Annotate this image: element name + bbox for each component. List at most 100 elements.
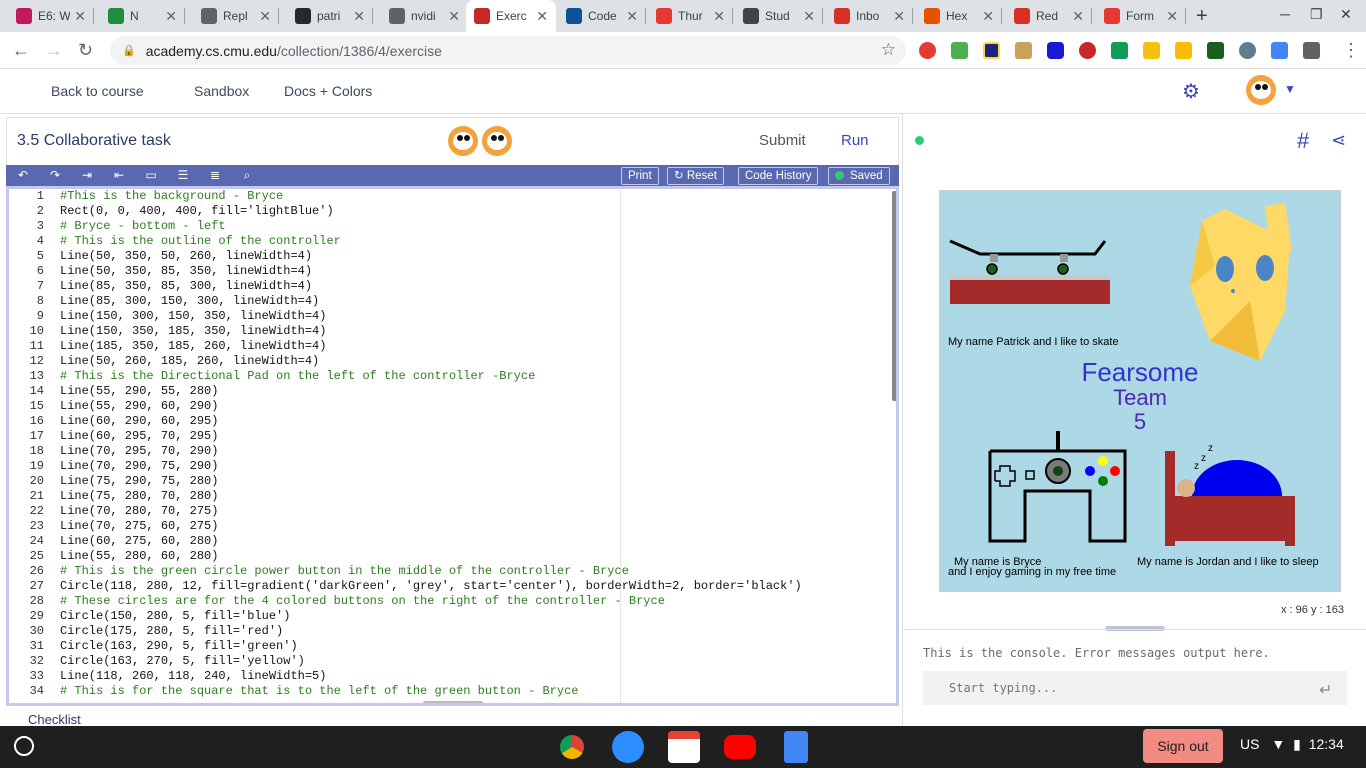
doge-extension-icon[interactable] bbox=[1015, 42, 1032, 59]
code-line[interactable]: Line(75, 280, 70, 280) bbox=[60, 489, 802, 504]
app-canvas[interactable]: My name Patrick and I like to skate Fear… bbox=[939, 190, 1341, 592]
puzzle-extensions-icon[interactable] bbox=[1303, 42, 1320, 59]
enter-icon[interactable]: ↵ bbox=[1319, 680, 1332, 700]
code-line[interactable]: Line(55, 290, 55, 280) bbox=[60, 384, 802, 399]
code-line[interactable]: Line(85, 350, 85, 300, lineWidth=4) bbox=[60, 279, 802, 294]
indent-icon[interactable]: ⇥ bbox=[79, 167, 95, 183]
note-extension-icon[interactable] bbox=[1175, 42, 1192, 59]
docs-app-icon[interactable] bbox=[784, 731, 808, 763]
comment-icon[interactable]: ▭ bbox=[143, 167, 159, 183]
tab-close-icon[interactable]: ✕ bbox=[448, 8, 460, 25]
tool-extension-icon[interactable] bbox=[1239, 42, 1256, 59]
tab-close-icon[interactable]: ✕ bbox=[165, 8, 177, 25]
redo-icon[interactable]: ↷ bbox=[47, 167, 63, 183]
code-line[interactable]: #This is the background - Bryce bbox=[60, 189, 802, 204]
browser-tab[interactable]: Repl ✕ bbox=[193, 0, 279, 32]
gmail-app-icon[interactable] bbox=[668, 731, 700, 763]
undo-icon[interactable]: ↶ bbox=[15, 167, 31, 183]
minimize-icon[interactable]: ─ bbox=[1280, 6, 1290, 22]
translate-extension-icon[interactable] bbox=[1271, 42, 1288, 59]
browser-tab[interactable]: Hex ✕ bbox=[916, 0, 1002, 32]
code-line[interactable]: Line(50, 260, 185, 260, lineWidth=4) bbox=[60, 354, 802, 369]
c-extension-icon[interactable] bbox=[1047, 42, 1064, 59]
format-icon[interactable]: ☰ bbox=[175, 167, 191, 183]
code-line[interactable]: Circle(163, 290, 5, fill='green') bbox=[60, 639, 802, 654]
back-to-course-link[interactable]: Back to course bbox=[51, 83, 144, 99]
grid-icon[interactable]: # bbox=[1297, 128, 1309, 154]
chrome-menu-icon[interactable]: ⋮ bbox=[1342, 40, 1360, 61]
browser-tab[interactable]: N ✕ bbox=[100, 0, 185, 32]
tab-close-icon[interactable]: ✕ bbox=[982, 8, 994, 25]
print-button[interactable]: Print bbox=[621, 167, 659, 185]
code-line[interactable]: # This is the green circle power button … bbox=[60, 564, 802, 579]
code-history-button[interactable]: Code History bbox=[738, 167, 819, 185]
code-line[interactable]: Line(60, 275, 60, 280) bbox=[60, 534, 802, 549]
code-line[interactable]: # This is for the square that is to the … bbox=[60, 684, 802, 699]
code-line[interactable]: Line(60, 290, 60, 295) bbox=[60, 414, 802, 429]
tab-close-icon[interactable]: ✕ bbox=[713, 8, 725, 25]
tab-close-icon[interactable]: ✕ bbox=[259, 8, 271, 25]
launcher-icon[interactable] bbox=[14, 736, 34, 756]
browser-tab[interactable]: Red ✕ bbox=[1006, 0, 1092, 32]
bookmark-star-icon[interactable]: ☆ bbox=[881, 40, 896, 60]
new-tab-button[interactable]: + bbox=[1196, 5, 1208, 28]
code-line[interactable]: Line(70, 295, 70, 290) bbox=[60, 444, 802, 459]
vertical-scrollbar[interactable] bbox=[892, 191, 896, 401]
code-line[interactable]: Line(50, 350, 85, 350, lineWidth=4) bbox=[60, 264, 802, 279]
code-editor[interactable]: 1 2 3 4 5 6 7 8 9 10 11 12 13 14 15 16 17 18 19 20 21 22 23 24 2… bbox=[6, 186, 899, 706]
forward-arrow-icon[interactable]: → bbox=[45, 40, 63, 61]
red-extension-icon[interactable] bbox=[1079, 42, 1096, 59]
code-line[interactable]: # This is the Directional Pad on the lef… bbox=[60, 369, 802, 384]
classroom-extension-icon[interactable] bbox=[1111, 42, 1128, 59]
restore-icon[interactable]: ❐ bbox=[1310, 6, 1323, 23]
browser-tab[interactable]: patri ✕ bbox=[287, 0, 373, 32]
tab-close-icon[interactable]: ✕ bbox=[536, 8, 548, 25]
horizontal-scrollbar[interactable] bbox=[423, 701, 483, 703]
tab-close-icon[interactable]: ✕ bbox=[1072, 8, 1084, 25]
share-icon[interactable]: ⋖ bbox=[1331, 130, 1346, 151]
adblock-extension-icon[interactable] bbox=[919, 42, 936, 59]
tab-close-icon[interactable]: ✕ bbox=[1166, 8, 1178, 25]
code-line[interactable]: Line(150, 350, 185, 350, lineWidth=4) bbox=[60, 324, 802, 339]
search-icon[interactable]: ⌕ bbox=[239, 167, 255, 183]
docs-colors-link[interactable]: Docs + Colors bbox=[284, 83, 372, 99]
youtube-app-icon[interactable] bbox=[724, 735, 756, 759]
code-line[interactable]: Line(75, 290, 75, 280) bbox=[60, 474, 802, 489]
sandbox-link[interactable]: Sandbox bbox=[194, 83, 249, 99]
submit-button[interactable]: Submit bbox=[759, 132, 806, 149]
code-line[interactable]: # These circles are for the 4 colored bu… bbox=[60, 594, 802, 609]
zoom-app-icon[interactable] bbox=[612, 731, 644, 763]
matrix-extension-icon[interactable] bbox=[1207, 42, 1224, 59]
code-line[interactable]: Line(118, 260, 118, 240, lineWidth=5) bbox=[60, 669, 802, 684]
extension-icon[interactable] bbox=[983, 42, 1000, 59]
browser-tab[interactable]: Code ✕ bbox=[558, 0, 646, 32]
code-line[interactable]: Line(150, 300, 150, 350, lineWidth=4) bbox=[60, 309, 802, 324]
tab-close-icon[interactable]: ✕ bbox=[74, 8, 86, 25]
code-line[interactable]: Circle(163, 270, 5, fill='yellow') bbox=[60, 654, 802, 669]
browser-tab[interactable]: Stud ✕ bbox=[735, 0, 823, 32]
browser-tab[interactable]: Exerc ✕ bbox=[466, 0, 556, 32]
code-line[interactable]: Rect(0, 0, 400, 400, fill='lightBlue') bbox=[60, 204, 802, 219]
code-content[interactable]: #This is the background - Bryce Rect(0, 0… bbox=[60, 189, 802, 699]
code-line[interactable]: Line(85, 300, 150, 300, lineWidth=4) bbox=[60, 294, 802, 309]
caret-down-icon[interactable]: ▼ bbox=[1284, 82, 1296, 96]
code-line[interactable]: # This is the outline of the controller bbox=[60, 234, 802, 249]
code-line[interactable]: Circle(118, 280, 12, fill=gradient('dark… bbox=[60, 579, 802, 594]
chrome-app-icon[interactable] bbox=[556, 731, 588, 763]
address-bar[interactable]: 🔒 academy.cs.cmu.edu /collection/1386/4/… bbox=[110, 36, 906, 65]
code-line[interactable]: # Bryce - bottom - left bbox=[60, 219, 802, 234]
code-line[interactable]: Line(70, 290, 75, 290) bbox=[60, 459, 802, 474]
yellow-extension-icon[interactable] bbox=[1143, 42, 1160, 59]
browser-tab[interactable]: Thur ✕ bbox=[648, 0, 733, 32]
code-line[interactable]: Line(50, 350, 50, 260, lineWidth=4) bbox=[60, 249, 802, 264]
autoformat-icon[interactable]: ≣ bbox=[207, 167, 223, 183]
tab-close-icon[interactable]: ✕ bbox=[893, 8, 905, 25]
tab-close-icon[interactable]: ✕ bbox=[353, 8, 365, 25]
code-line[interactable]: Line(60, 295, 70, 295) bbox=[60, 429, 802, 444]
back-arrow-icon[interactable]: ← bbox=[12, 40, 30, 61]
sign-out-button[interactable]: Sign out bbox=[1143, 729, 1223, 763]
close-window-icon[interactable]: ✕ bbox=[1340, 6, 1352, 23]
browser-tab[interactable]: Inbo ✕ bbox=[826, 0, 913, 32]
code-line[interactable]: Circle(150, 280, 5, fill='blue') bbox=[60, 609, 802, 624]
code-line[interactable]: Circle(175, 280, 5, fill='red') bbox=[60, 624, 802, 639]
